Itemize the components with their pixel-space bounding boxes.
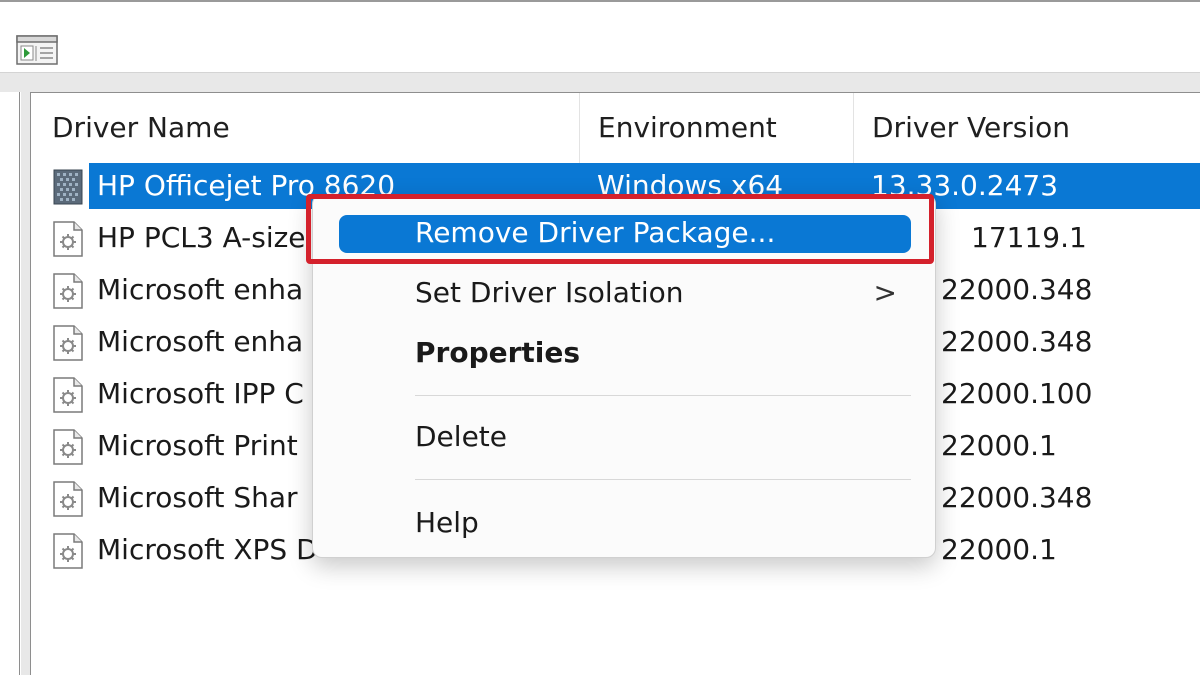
menu-item-set-driver-isolation[interactable]: Set Driver Isolation > — [313, 267, 937, 319]
menu-item-help[interactable]: Help — [313, 497, 937, 549]
driver-file-icon — [53, 325, 83, 361]
column-header-environment[interactable]: Environment — [579, 93, 853, 163]
driver-version: 22000.1 — [941, 429, 1057, 462]
driver-file-icon — [53, 429, 83, 465]
driver-version: 17119.1 — [971, 221, 1087, 254]
driver-name: HP PCL3 A-size — [97, 221, 306, 254]
column-header-driver-name[interactable]: Driver Name — [31, 93, 579, 163]
driver-file-icon — [53, 533, 83, 569]
driver-name: Microsoft XPS D — [97, 533, 318, 566]
driver-version: 22000.1 — [941, 533, 1057, 566]
chevron-right-icon: > — [873, 276, 897, 309]
list-header: Driver Name Environment Driver Version — [31, 93, 1200, 163]
console-tree-pane[interactable] — [0, 92, 20, 675]
driver-version: 22000.348 — [941, 273, 1093, 306]
toolbar — [0, 0, 1200, 74]
pane-splitter[interactable] — [21, 92, 30, 675]
menu-item-label: Properties — [415, 336, 581, 369]
driver-name: Microsoft IPP C — [97, 377, 304, 410]
menu-item-label: Help — [415, 506, 479, 539]
driver-file-icon — [53, 377, 83, 413]
driver-version: 22000.100 — [941, 377, 1093, 410]
menu-item-label: Set Driver Isolation — [415, 276, 684, 309]
driver-name: Microsoft Print — [97, 429, 298, 462]
menu-item-label: Delete — [415, 420, 507, 453]
menu-item-properties[interactable]: Properties — [313, 327, 937, 379]
driver-file-icon — [53, 169, 83, 205]
menu-item-delete[interactable]: Delete — [313, 411, 937, 463]
driver-file-icon — [53, 273, 83, 309]
driver-name: Microsoft enha — [97, 273, 304, 306]
driver-version: 22000.348 — [941, 481, 1093, 514]
column-header-driver-version[interactable]: Driver Version — [853, 93, 1200, 163]
show-hide-console-tree-icon[interactable] — [14, 32, 60, 66]
annotation-highlight-box — [306, 194, 934, 264]
menu-separator — [415, 479, 911, 480]
toolbar-separator — [0, 72, 1200, 92]
menu-separator — [415, 395, 911, 396]
driver-name: Microsoft enha — [97, 325, 304, 358]
driver-file-icon — [53, 481, 83, 517]
driver-version: 22000.348 — [941, 325, 1093, 358]
driver-name: Microsoft Shar — [97, 481, 298, 514]
driver-file-icon — [53, 221, 83, 257]
